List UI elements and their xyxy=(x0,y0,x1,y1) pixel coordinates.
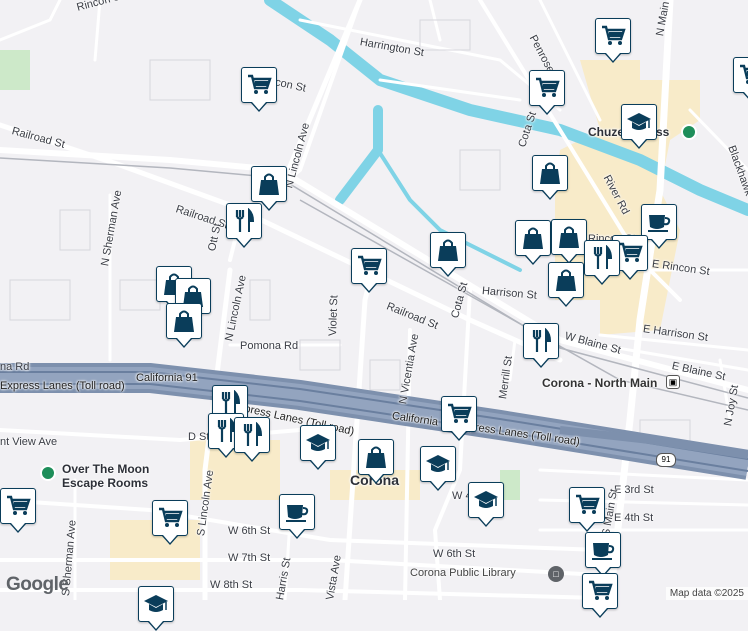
park-area xyxy=(0,50,30,90)
poi-pin-cart[interactable] xyxy=(595,18,631,63)
poi-dot[interactable] xyxy=(40,465,56,481)
poi-pin-shopping-bag[interactable] xyxy=(166,303,202,348)
street xyxy=(0,0,62,42)
poi-pin-shopping-bag[interactable] xyxy=(358,439,394,484)
poi-pin-restaurant[interactable] xyxy=(226,203,262,248)
street-label: W 8th St xyxy=(210,579,253,591)
city-block xyxy=(249,279,271,321)
shopping-bag-icon xyxy=(434,237,462,263)
street-label: Pomona Rd xyxy=(240,340,299,352)
street-label: E 4th St xyxy=(614,512,654,524)
shopping-bag-icon xyxy=(362,444,390,470)
poi-pin-cart[interactable] xyxy=(569,487,605,532)
graduation-cap-icon xyxy=(625,109,653,135)
poi-pin-cart[interactable] xyxy=(582,573,618,618)
restaurant-icon xyxy=(588,245,616,271)
poi-pin-restaurant[interactable] xyxy=(523,323,559,368)
cart-icon xyxy=(355,253,383,279)
cart-icon xyxy=(245,72,273,98)
poi-pin-shopping-bag[interactable] xyxy=(532,155,568,200)
poi-pin-restaurant[interactable] xyxy=(234,417,270,462)
street-label: nt View Ave xyxy=(0,436,58,448)
street-label: Express Lanes (Toll road) xyxy=(0,380,125,392)
city-block xyxy=(149,59,211,101)
cart-icon xyxy=(599,23,627,49)
coffee-icon xyxy=(283,499,311,525)
poi-dot[interactable] xyxy=(681,124,697,140)
shopping-bag-icon xyxy=(555,224,583,250)
street-label: na Rd xyxy=(0,361,30,373)
cart-icon xyxy=(156,505,184,531)
place-label-library[interactable]: Corona Public Library xyxy=(410,567,516,579)
poi-pin-cart[interactable] xyxy=(441,396,477,441)
street-label: W 6th St xyxy=(228,525,271,537)
street-label: D St xyxy=(188,431,210,443)
restaurant-icon xyxy=(238,422,266,448)
poi-pin-shopping-bag[interactable] xyxy=(551,219,587,264)
poi-pin-graduation-cap[interactable] xyxy=(468,482,504,527)
poi-pin-cart[interactable] xyxy=(241,67,277,112)
street-label: W 6th St xyxy=(433,548,476,560)
poi-pin-graduation-cap[interactable] xyxy=(138,586,174,631)
cart-icon xyxy=(586,578,614,604)
coffee-icon xyxy=(645,209,673,235)
cart-icon xyxy=(616,240,644,266)
shopping-bag-icon xyxy=(170,308,198,334)
highway-shield: 91 xyxy=(656,453,676,467)
poi-pin-cart[interactable] xyxy=(529,70,565,115)
street-label: W 7th St xyxy=(228,552,271,564)
poi-pin-cart[interactable] xyxy=(0,488,36,533)
poi-pin-shopping-bag[interactable] xyxy=(515,220,551,265)
poi-pin-graduation-cap[interactable] xyxy=(420,446,456,491)
graduation-cap-icon xyxy=(424,451,452,477)
poi-pin-coffee[interactable] xyxy=(585,532,621,577)
cart-icon xyxy=(533,75,561,101)
poi-pin-graduation-cap[interactable] xyxy=(300,425,336,470)
place-label-station[interactable]: Corona - North Main xyxy=(542,376,657,390)
poi-pin-shopping-bag[interactable] xyxy=(430,232,466,277)
coffee-icon xyxy=(589,537,617,563)
shopping-bag-icon xyxy=(552,267,580,293)
poi-pin-shopping-bag[interactable] xyxy=(548,262,584,307)
shopping-bag-icon xyxy=(519,225,547,251)
map-canvas[interactable]: ▣ □ 91 Rincon St Harrington St Penrose Dr N… xyxy=(0,0,748,631)
city-block xyxy=(9,279,71,321)
cart-icon xyxy=(445,401,473,427)
poi-pin-coffee[interactable] xyxy=(279,494,315,539)
place-label-attraction[interactable]: Over The Moon Escape Rooms xyxy=(62,462,172,490)
city-block xyxy=(459,149,501,191)
street xyxy=(0,122,563,363)
graduation-cap-icon xyxy=(304,430,332,456)
water-channel xyxy=(335,105,383,205)
city-block xyxy=(119,279,161,311)
city-block xyxy=(369,359,401,391)
street-label: Violet St xyxy=(327,295,341,337)
poi-pin-shopping-bag[interactable] xyxy=(251,166,287,211)
google-logo[interactable]: Google xyxy=(6,574,69,596)
street-label: California 91 xyxy=(136,372,198,384)
restaurant-icon xyxy=(527,328,555,354)
city-block xyxy=(59,209,91,251)
poi-pin-cart[interactable] xyxy=(733,57,748,102)
library-icon[interactable]: □ xyxy=(548,566,564,582)
restaurant-icon xyxy=(230,208,258,234)
cart-icon xyxy=(737,62,748,88)
map-base-layer xyxy=(0,0,748,600)
cart-icon xyxy=(4,493,32,519)
poi-pin-graduation-cap[interactable] xyxy=(621,104,657,149)
street xyxy=(0,588,602,600)
graduation-cap-icon xyxy=(472,487,500,513)
station-icon[interactable]: ▣ xyxy=(666,375,680,389)
poi-pin-cart[interactable] xyxy=(351,248,387,293)
graduation-cap-icon xyxy=(142,591,170,617)
shopping-bag-icon xyxy=(536,160,564,186)
poi-pin-restaurant[interactable] xyxy=(584,240,620,285)
shopping-bag-icon xyxy=(255,171,283,197)
map-attribution: Map data ©2025 xyxy=(665,587,748,600)
poi-pin-cart[interactable] xyxy=(152,500,188,545)
cart-icon xyxy=(573,492,601,518)
